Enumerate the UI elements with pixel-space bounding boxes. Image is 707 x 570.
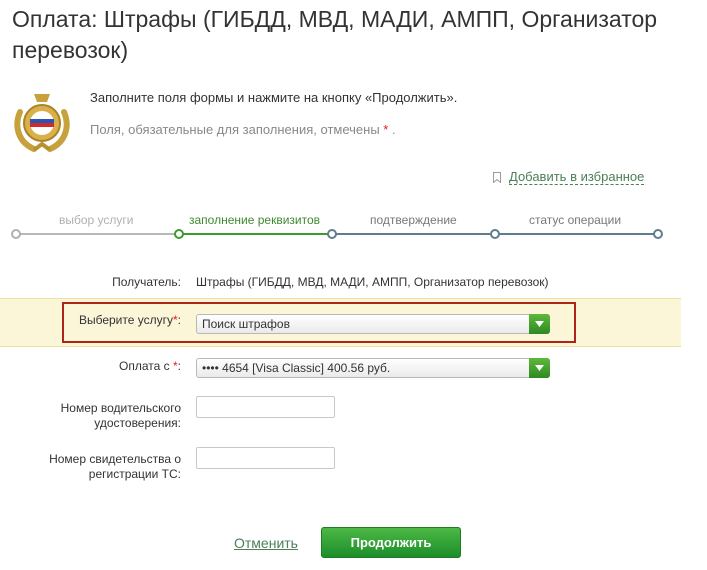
payfrom-select[interactable]: •••• 4654 [Visa Classic] 400.56 руб. (196, 358, 550, 378)
add-to-favorites-label: Добавить в избранное (509, 169, 645, 185)
step-line-1 (15, 233, 179, 235)
required-asterisk: * (383, 122, 389, 137)
step-dot-3 (327, 229, 337, 239)
progress-steps: выбор услуги заполнение реквизитов подтв… (0, 208, 707, 248)
recipient-label: Получатель: (112, 275, 181, 289)
license-label: Номер водительского удостоверения: (60, 401, 181, 430)
chevron-down-icon (529, 358, 550, 378)
step-line-2 (179, 233, 332, 235)
step-dot-4 (490, 229, 500, 239)
form-instruction: Заполните поля формы и нажмите на кнопку… (90, 90, 458, 105)
service-select-value: Поиск штрафов (202, 317, 290, 331)
continue-button[interactable]: Продолжить (321, 527, 461, 558)
chevron-down-icon (529, 314, 550, 334)
vehicle-cert-input[interactable] (196, 447, 335, 469)
step-dot-2 (174, 229, 184, 239)
step-label-4: статус операции (529, 213, 622, 227)
vehicle-cert-label: Номер свидетельства о регистрации ТС: (49, 452, 181, 481)
step-dot-5 (653, 229, 663, 239)
cancel-link[interactable]: Отменить (234, 535, 298, 551)
step-dot-1 (11, 229, 21, 239)
recipient-value: Штрафы (ГИБДД, МВД, МАДИ, АМПП, Организа… (196, 275, 549, 289)
step-label-2: заполнение реквизитов (189, 213, 321, 227)
payfrom-label: Оплата с *: (119, 359, 181, 373)
traffic-police-emblem-icon (14, 94, 70, 152)
required-fields-note: Поля, обязательные для заполнения, отмеч… (90, 122, 396, 137)
bookmark-icon (493, 171, 501, 183)
step-label-1: выбор услуги (59, 213, 134, 227)
service-label: Выберите услугу*: (78, 313, 181, 327)
license-number-input[interactable] (196, 396, 335, 418)
payfrom-select-value: •••• 4654 [Visa Classic] 400.56 руб. (202, 361, 391, 375)
add-to-favorites-link[interactable]: Добавить в избранное (493, 169, 645, 185)
step-label-3: подтверждение (370, 213, 457, 227)
service-select[interactable]: Поиск штрафов (196, 314, 550, 334)
page-title: Оплата: Штрафы (ГИБДД, МВД, МАДИ, АМПП, … (12, 6, 658, 63)
